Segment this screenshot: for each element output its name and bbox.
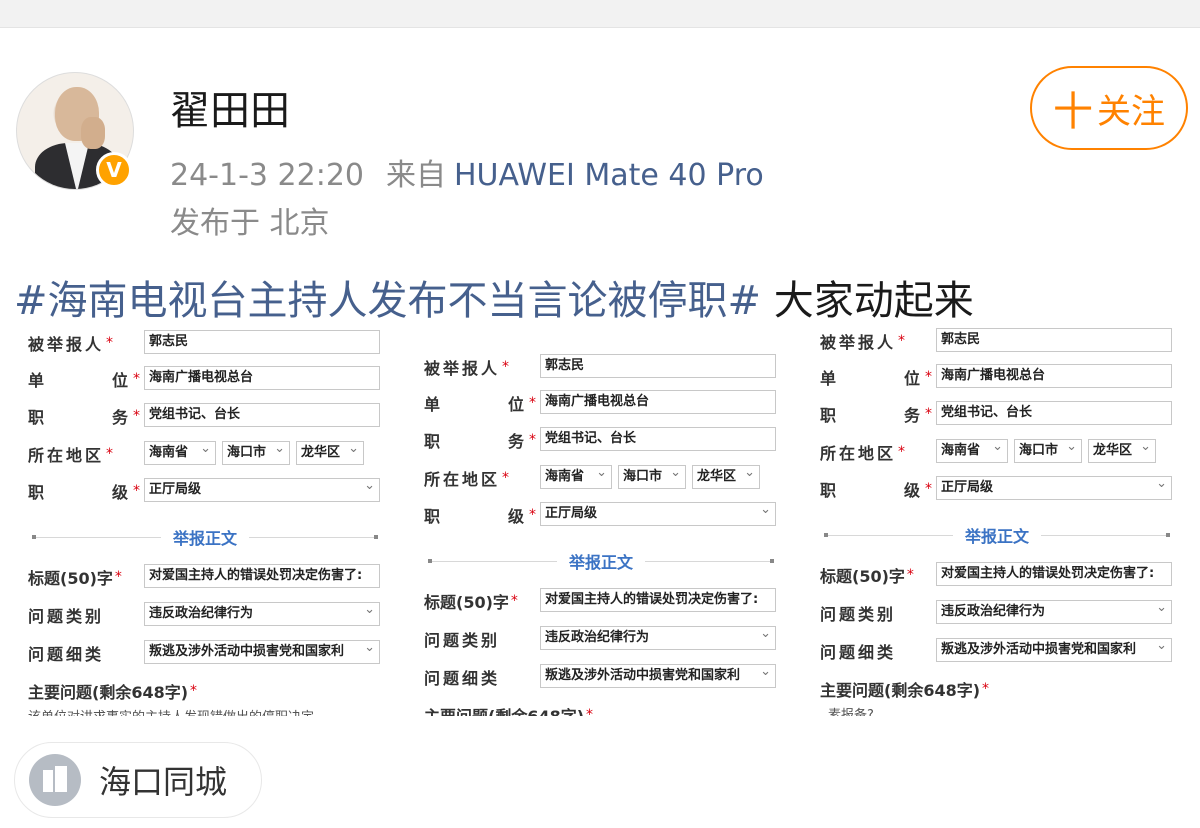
geo-tag-label: 海口同城	[99, 763, 228, 801]
post-text: #海南电视台主持人发布不当言论被停职# 大家动起来	[14, 268, 974, 326]
district-select: 龙华区	[692, 465, 760, 489]
province-select: 海南省	[144, 441, 216, 465]
form-screenshot-middle[interactable]: 被举报人 * 郭志民 单位 * 海南广播电视总台 职务 * 党组书记、台长 所在地区 *…	[424, 350, 794, 716]
row-duty: 职务 *	[424, 432, 537, 451]
district-select: 龙华区	[1088, 439, 1156, 463]
follow-label: 关注	[1097, 91, 1165, 132]
row-region: 所在地区 *	[28, 446, 114, 465]
reported-person-field: 郭志民	[144, 330, 380, 354]
row-title: 标题(50)字 *	[28, 569, 122, 588]
device-name[interactable]: HUAWEI Mate 40 Pro	[454, 158, 764, 193]
row-unit: 单位 *	[424, 395, 537, 414]
section-divider: 举报正文	[428, 548, 775, 574]
title-field: 对爱国主持人的错误处罚决定伤害了:	[936, 562, 1172, 586]
province-select: 海南省	[540, 465, 612, 489]
row-problem-type: 问题类别	[820, 605, 897, 624]
username[interactable]: 翟田田	[170, 78, 290, 136]
row-main-issue: 主要问题(剩余648字)*	[424, 707, 594, 716]
row-reported-person: 被举报人 *	[28, 335, 114, 354]
reported-person-field: 郭志民	[540, 354, 776, 378]
row-duty: 职务 *	[28, 408, 141, 427]
section-divider: 举报正文	[824, 522, 1171, 548]
problem-detail-select: 叛逃及涉外活动中损害党和国家利	[540, 664, 776, 688]
verified-badge-icon: V	[96, 152, 132, 188]
row-unit: 单位 *	[820, 369, 933, 388]
city-select: 海口市	[1014, 439, 1082, 463]
post-location: 发布于 北京	[170, 206, 330, 241]
duty-field: 党组书记、台长	[144, 403, 380, 427]
unit-field: 海南广播电视总台	[936, 364, 1172, 388]
duty-field: 党组书记、台长	[936, 401, 1172, 425]
top-status-bar	[0, 0, 1200, 28]
section-divider: 举报正文	[32, 524, 379, 550]
reported-person-field: 郭志民	[936, 328, 1172, 352]
main-issue-snippet: 素报备?	[828, 708, 874, 716]
level-select: 正厅局级	[144, 478, 380, 502]
row-reported-person: 被举报人 *	[424, 359, 510, 378]
from-label: 来自	[386, 158, 446, 193]
problem-type-select: 违反政治纪律行为	[144, 602, 380, 626]
row-unit: 单位 *	[28, 371, 141, 390]
form-screenshot-right[interactable]: 被举报人 * 郭志民 单位 * 海南广播电视总台 职务 * 党组书记、台长 所在地区 *…	[820, 326, 1190, 716]
topic-hashtag[interactable]: #海南电视台主持人发布不当言论被停职#	[14, 278, 761, 324]
geo-tag-chip[interactable]: 海口同城	[14, 742, 262, 818]
city-select: 海口市	[222, 441, 290, 465]
title-field: 对爱国主持人的错误处罚决定伤害了:	[144, 564, 380, 588]
unit-field: 海南广播电视总台	[144, 366, 380, 390]
post-meta: 24-1-3 22:20 来自 HUAWEI Mate 40 Pro	[170, 150, 764, 194]
problem-type-select: 违反政治纪律行为	[540, 626, 776, 650]
problem-detail-select: 叛逃及涉外活动中损害党和国家利	[936, 638, 1172, 662]
level-select: 正厅局级	[540, 502, 776, 526]
row-region: 所在地区 *	[820, 444, 906, 463]
row-level: 职级 *	[424, 507, 537, 526]
row-problem-detail: 问题细类	[28, 645, 105, 664]
building-icon	[29, 754, 81, 806]
row-title: 标题(50)字 *	[424, 593, 518, 612]
row-duty: 职务 *	[820, 406, 933, 425]
row-main-issue: 主要问题(剩余648字)*	[28, 683, 198, 702]
duty-field: 党组书记、台长	[540, 427, 776, 451]
title-field: 对爱国主持人的错误处罚决定伤害了:	[540, 588, 776, 612]
row-title: 标题(50)字 *	[820, 567, 914, 586]
city-select: 海口市	[618, 465, 686, 489]
row-problem-type: 问题类别	[424, 631, 501, 650]
row-region: 所在地区 *	[424, 470, 510, 489]
unit-field: 海南广播电视总台	[540, 390, 776, 414]
post-timestamp: 24-1-3 22:20	[170, 158, 364, 193]
problem-type-select: 违反政治纪律行为	[936, 600, 1172, 624]
main-issue-snippet: 该单位对讲求事实的主持人发现错做出的停职决定	[28, 706, 314, 716]
row-problem-detail: 问题细类	[820, 643, 897, 662]
row-problem-detail: 问题细类	[424, 669, 501, 688]
problem-detail-select: 叛逃及涉外活动中损害党和国家利	[144, 640, 380, 664]
row-reported-person: 被举报人 *	[820, 333, 906, 352]
level-select: 正厅局级	[936, 476, 1172, 500]
row-problem-type: 问题类别	[28, 607, 105, 626]
follow-button[interactable]: 十 关注	[1030, 66, 1188, 150]
row-level: 职级 *	[28, 483, 141, 502]
form-screenshot-left[interactable]: 被举报人 * 郭志民 单位 * 海南广播电视总台 职务 * 党组书记、台长 所在地区 *…	[28, 326, 398, 716]
plus-icon: 十	[1053, 89, 1093, 135]
province-select: 海南省	[936, 439, 1008, 463]
row-level: 职级 *	[820, 481, 933, 500]
row-main-issue: 主要问题(剩余648字)*	[820, 681, 990, 700]
district-select: 龙华区	[296, 441, 364, 465]
post-body-text: 大家动起来	[761, 278, 974, 324]
